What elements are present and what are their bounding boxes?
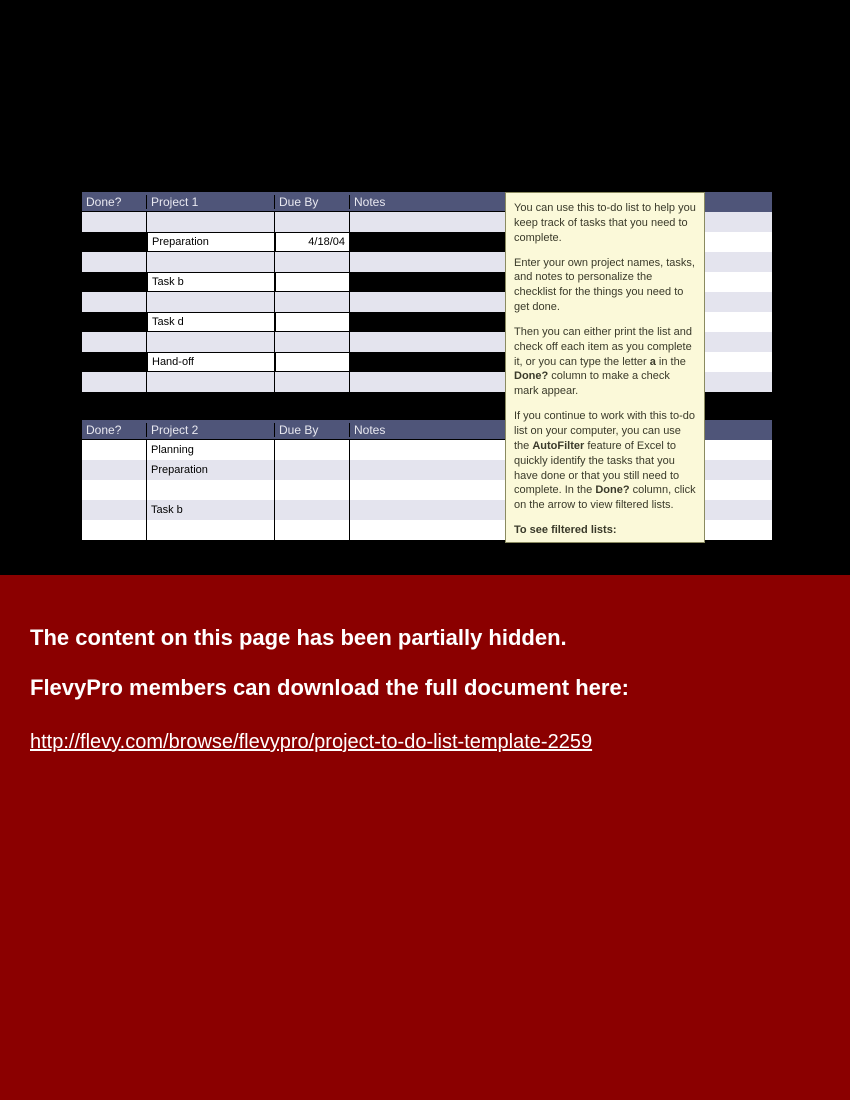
note-paragraph: You can use this to-do list to help you … — [514, 201, 696, 246]
overlay-line-1: The content on this page has been partia… — [30, 625, 820, 651]
note-paragraph: If you continue to work with this to-do … — [514, 409, 696, 513]
task-cell[interactable]: Preparation — [147, 232, 275, 252]
col-done-header[interactable]: Done? — [82, 423, 147, 437]
due-cell[interactable] — [275, 312, 350, 332]
note-paragraph: Enter your own project names, tasks, and… — [514, 256, 696, 315]
right-stripe-column — [705, 192, 772, 567]
hidden-content-overlay: The content on this page has been partia… — [0, 575, 850, 1100]
task-cell[interactable]: Planning — [147, 440, 275, 460]
task-cell[interactable]: Preparation — [147, 460, 275, 480]
due-cell[interactable] — [275, 352, 350, 372]
task-cell[interactable]: Task d — [147, 312, 275, 332]
note-paragraph: Then you can either print the list and c… — [514, 325, 696, 399]
due-cell[interactable]: 4/18/04 — [275, 232, 350, 252]
task-cell[interactable]: Task b — [147, 272, 275, 292]
col-due-header[interactable]: Due By — [275, 195, 350, 209]
col-notes-header[interactable]: Notes — [350, 423, 505, 437]
due-cell[interactable] — [275, 272, 350, 292]
download-link[interactable]: http://flevy.com/browse/flevypro/project… — [30, 731, 592, 753]
document-region: Done? Project 1 Due By Notes Preparation… — [0, 0, 850, 575]
col-project-header[interactable]: Project 1 — [147, 195, 275, 209]
instructions-note: You can use this to-do list to help you … — [505, 192, 705, 543]
col-done-header[interactable]: Done? — [82, 195, 147, 209]
col-notes-header[interactable]: Notes — [350, 195, 505, 209]
col-due-header[interactable]: Due By — [275, 423, 350, 437]
col-project-header[interactable]: Project 2 — [147, 423, 275, 437]
overlay-line-2: FlevyPro members can download the full d… — [30, 675, 820, 701]
task-cell[interactable]: Task b — [147, 500, 275, 520]
task-cell[interactable]: Hand-off — [147, 352, 275, 372]
note-paragraph: To see filtered lists: — [514, 523, 696, 538]
